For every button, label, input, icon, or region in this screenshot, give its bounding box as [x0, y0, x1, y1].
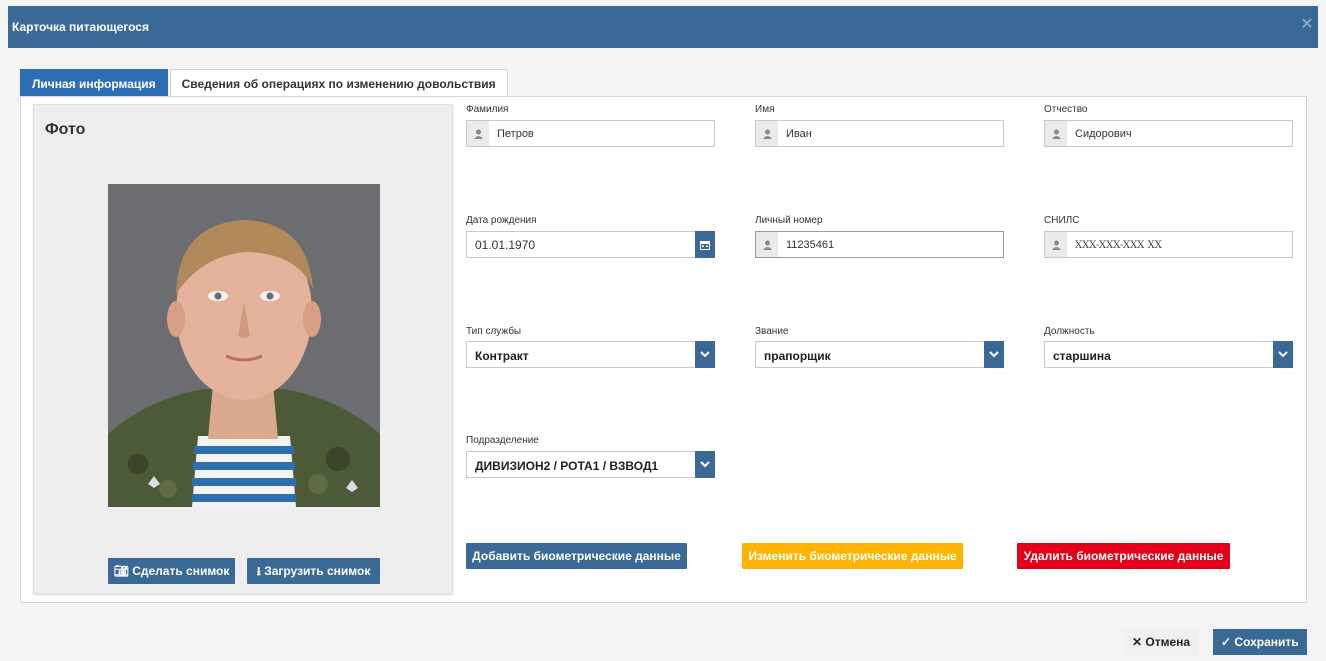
window-titlebar: Карточка питающегося ✕ — [8, 6, 1318, 48]
user-icon — [756, 232, 778, 257]
camera-icon: 📷︎ — [113, 564, 129, 578]
personal-number-label: Личный номер — [755, 215, 823, 226]
photo-title: Фото — [45, 121, 86, 138]
delete-biometrics-button[interactable]: Удалить биометрические данные — [1017, 543, 1230, 569]
position-select[interactable]: старшина — [1044, 341, 1293, 368]
take-photo-button[interactable]: 📷︎ Сделать снимок — [108, 558, 235, 584]
first-name-label: Имя — [755, 104, 775, 115]
user-icon — [1045, 232, 1067, 257]
add-biometrics-button[interactable]: Добавить биометрические данные — [466, 543, 687, 569]
position-label: Должность — [1044, 326, 1095, 337]
close-icon[interactable]: ✕ — [1300, 17, 1314, 33]
chevron-down-icon[interactable] — [695, 341, 715, 368]
personal-number-field[interactable]: 11235461 — [755, 231, 1004, 258]
close-icon: ✕ — [1132, 635, 1143, 649]
photo-card: Фото 📷︎ Сделать снимок ⭳ Загрузить снимо… — [33, 104, 453, 594]
tab-personal-info[interactable]: Личная информация — [20, 69, 168, 97]
snils-field[interactable]: XXX-XXX-XXX XX — [1044, 231, 1293, 258]
rank-label: Звание — [755, 326, 789, 337]
download-icon: ⭳ — [256, 564, 261, 578]
person-photo — [108, 184, 380, 507]
snils-label: СНИЛС — [1044, 215, 1080, 226]
unit-label: Подразделение — [466, 435, 539, 446]
cancel-button[interactable]: ✕ Отмена — [1124, 629, 1199, 655]
last-name-field[interactable]: Петров — [466, 120, 715, 147]
check-icon: ✓ — [1221, 635, 1232, 649]
unit-select[interactable]: ДИВИЗИОН2 / РОТА1 / ВЗВОД1 — [466, 451, 715, 478]
tab-bar: Личная информация Сведения об операциях … — [20, 69, 508, 97]
user-icon — [756, 121, 778, 146]
service-type-select[interactable]: Контракт — [466, 341, 715, 368]
birth-date-field[interactable]: 01.01.1970 — [466, 231, 715, 258]
change-biometrics-button[interactable]: Изменить биометрические данные — [742, 543, 963, 569]
patronymic-label: Отчество — [1044, 104, 1088, 115]
first-name-field[interactable]: Иван — [755, 120, 1004, 147]
service-type-label: Тип службы — [466, 326, 522, 337]
save-button[interactable]: ✓ Сохранить — [1213, 629, 1307, 655]
upload-photo-button[interactable]: ⭳ Загрузить снимок — [247, 558, 380, 584]
user-icon — [1045, 121, 1067, 146]
chevron-down-icon[interactable] — [695, 451, 715, 478]
tab-allowance-operations[interactable]: Сведения об операциях по изменению довол… — [169, 69, 508, 97]
window-title: Карточка питающегося — [12, 20, 149, 34]
birth-date-label: Дата рождения — [466, 215, 537, 226]
chevron-down-icon[interactable] — [984, 341, 1004, 368]
rank-select[interactable]: прапорщик — [755, 341, 1004, 368]
chevron-down-icon[interactable] — [1273, 341, 1293, 368]
patronymic-field[interactable]: Сидорович — [1044, 120, 1293, 147]
last-name-label: Фамилия — [466, 104, 509, 115]
calendar-icon[interactable] — [695, 231, 715, 258]
user-icon — [467, 121, 489, 146]
